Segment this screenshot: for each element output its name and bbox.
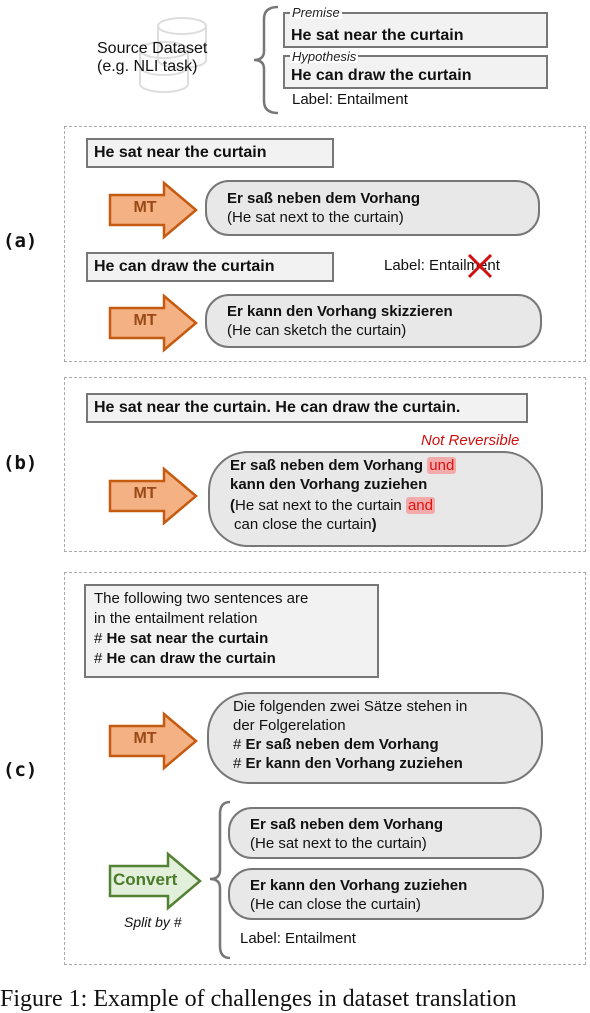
mt-output-line-2: der Folgerelation [233,717,346,734]
prompt-line-1: The following two sentences are [94,590,309,607]
panel-b-label: (b) [3,452,38,474]
panel-c-label-text: Label: Entailment [240,930,356,947]
premise-tag: Premise [290,5,342,20]
prompt-sentence-2: He can draw the curtain [106,650,276,667]
prompt-line-2: in the entailment relation [94,610,258,627]
hypothesis-text: He can draw the curtain [291,67,472,84]
output-2-german: Er kann den Vorhang skizzieren [227,303,453,320]
split-note: Split by # [124,914,182,930]
panel-a-source-2-text: He can draw the curtain [94,258,275,275]
panel-b-output: Er saß neben dem Vorhang und kann den Vo… [208,451,543,547]
output-1-german: Er saß neben dem Vorhang [227,190,421,207]
output-1-gloss: (He sat next to the curtain) [227,209,404,226]
source-dataset-title: Source Dataset [97,40,208,57]
hash-marker: # [233,755,242,772]
mt-output-sentence-2: Er kann den Vorhang zuziehen [245,755,463,772]
panel-a-label: (a) [3,230,38,252]
panel-b-source-text: He sat near the curtain. He can draw the… [94,399,461,416]
source-label: Label: Entailment [292,91,408,108]
figure-caption: Figure 1: Example of challenges in datas… [0,986,517,1012]
mt-arrow-label: MT [133,485,157,502]
mt-output-sentence-1: Er saß neben dem Vorhang [245,736,439,753]
hash-marker: # [94,650,103,667]
result-1-german: Er saß neben dem Vorhang [250,816,444,833]
panel-c-prompt: The following two sentences are in the e… [84,584,379,678]
prompt-sentence-1: He sat near the curtain [106,630,269,647]
gloss-line-1: He sat next to the curtain [235,497,402,514]
mt-arrow-label: MT [133,312,157,329]
panel-a-source-2: He can draw the curtain [86,252,334,282]
result-2-gloss: (He can close the curtain) [250,896,421,913]
output-2-gloss: (He can sketch the curtain) [227,322,407,339]
not-reversible-note: Not Reversible [421,432,520,449]
mt-arrow-label: MT [133,199,157,216]
result-2-german: Er kann den Vorhang zuziehen [250,877,468,894]
result-1-gloss: (He sat next to the curtain) [250,835,427,852]
panel-a-source-1: He sat near the curtain [86,138,334,168]
source-dataset-subtitle: (e.g. NLI task) [97,58,198,75]
panel-a-output-1: Er saß neben dem Vorhang (He sat next to… [205,180,540,236]
panel-c-result-1: Er saß neben dem Vorhang (He sat next to… [228,807,542,859]
mt-output-line-1: Die folgenden zwei Sätze stehen in [233,698,468,715]
panel-a-source-1-text: He sat near the curtain [94,144,267,161]
panel-c-label: (c) [3,759,38,781]
highlight-und: und [427,457,457,474]
left-brace-icon [209,800,231,960]
convert-arrow-label: Convert [113,870,178,889]
panel-b-source: He sat near the curtain. He can draw the… [86,393,528,423]
panel-c-result-2: Er kann den Vorhang zuziehen (He can clo… [228,868,544,920]
paren-close: ) [371,516,377,533]
cross-icon [467,253,493,279]
premise-text: He sat near the curtain [291,27,464,44]
highlight-and: and [405,497,435,514]
hash-marker: # [233,736,242,753]
panel-a-output-2: Er kann den Vorhang skizzieren (He can s… [205,294,542,348]
gloss-line-2: can close the curtain [234,516,372,533]
output-german-line-2: kann den Vorhang zuziehen [230,476,428,493]
hash-marker: # [94,630,103,647]
panel-c-mt-output: Die folgenden zwei Sätze stehen in der F… [207,692,543,784]
mt-arrow-label: MT [133,730,157,747]
output-german-line-1: Er saß neben dem Vorhang [230,457,424,474]
hypothesis-tag: Hypothesis [290,49,359,64]
left-brace-icon [253,5,279,115]
